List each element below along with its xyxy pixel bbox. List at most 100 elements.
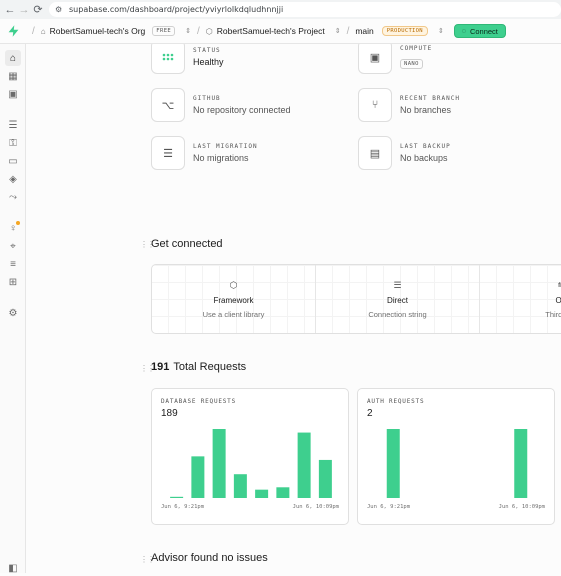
main-content: STATUS Healthy ▣ COMPUTE NANO ⌥ GITHUB N…: [26, 44, 561, 573]
status-label: STATUS: [193, 47, 224, 54]
sidebar: ⌂ ▦ ▣ ☰ ⚿ ▭ ◈ ⤳ ♀ ⌖ ≡ ⊞ ⚙ ◧: [0, 44, 26, 573]
chart-bar[interactable]: [213, 429, 226, 498]
chart-total: 2: [367, 408, 373, 419]
reload-icon[interactable]: ⟳: [31, 3, 45, 17]
logs-icon[interactable]: ≡: [5, 256, 21, 272]
github-stat: ⌥ GITHUB No repository connected: [151, 88, 291, 122]
integrations-icon[interactable]: ⊞: [5, 274, 21, 290]
advisor-title: Advisor found no issues: [151, 552, 268, 564]
get-connected-title: Get connected: [151, 238, 223, 250]
org-name: RobertSamuel-tech's Org: [50, 26, 146, 36]
plug-icon: ◌: [462, 28, 466, 35]
browser-toolbar: ← → ⟳ ⚙ supabase.com/dashboard/project/y…: [0, 0, 561, 19]
connect-button[interactable]: ◌ Connect: [454, 24, 506, 38]
realtime-icon[interactable]: ⤳: [5, 189, 21, 205]
database-icon: ☰: [393, 280, 401, 291]
orm-title: OR: [556, 296, 561, 305]
recent-branch-value: No branches: [400, 105, 460, 115]
chart-bar[interactable]: [255, 490, 268, 498]
last-backup-label: LAST BACKUP: [400, 143, 451, 150]
chevron-updown-icon: ⇕: [335, 27, 341, 35]
settings-icon[interactable]: ⚙: [5, 305, 21, 321]
branch-name: main: [355, 26, 373, 36]
url-text: supabase.com/dashboard/project/yviyrlolk…: [69, 5, 283, 14]
x-axis-end-label: Jun 6, 10:09pm: [293, 504, 339, 510]
connect-label: Connect: [470, 27, 498, 36]
chart-bar[interactable]: [319, 460, 332, 498]
chart-title: DATABASE REQUESTS: [161, 398, 236, 405]
compute-label: COMPUTE: [400, 45, 432, 52]
last-migration-value: No migrations: [193, 153, 258, 163]
supabase-logo-icon: [8, 25, 19, 37]
app-header: / ⌂ RobertSamuel-tech's Org FREE ⇕ / ⬡ R…: [0, 19, 561, 44]
status-value: Healthy: [193, 57, 224, 67]
org-icon: ⌂: [41, 27, 46, 36]
project-selector[interactable]: ⬡ RobertSamuel-tech's Project ⇕: [206, 26, 341, 36]
back-icon[interactable]: ←: [3, 3, 17, 17]
chart-bar[interactable]: [514, 429, 527, 498]
chip-icon: ▣: [358, 44, 392, 74]
edge-functions-icon[interactable]: ◈: [5, 171, 21, 187]
advisors-icon[interactable]: ♀: [5, 220, 21, 236]
recent-branch-label: RECENT BRANCH: [400, 95, 460, 102]
project-name: RobertSamuel-tech's Project: [217, 26, 325, 36]
chart-bar[interactable]: [170, 497, 183, 498]
database-icon: ☰: [151, 136, 185, 170]
chevron-updown-icon: ⇕: [438, 27, 444, 35]
last-migration-label: LAST MIGRATION: [193, 143, 258, 150]
site-settings-icon[interactable]: ⚙: [55, 5, 64, 14]
orm-card[interactable]: ⇋ OR Third-part: [480, 265, 561, 333]
home-icon[interactable]: ⌂: [5, 50, 21, 66]
breadcrumb-separator: /: [197, 26, 200, 37]
reports-icon[interactable]: ⌖: [5, 238, 21, 254]
database-requests-chart[interactable]: DATABASE REQUESTS 189 Jun 6, 9:21pm Jun …: [151, 388, 349, 525]
status-icon: [151, 44, 185, 74]
supabase-logo[interactable]: [0, 25, 26, 37]
address-bar[interactable]: ⚙ supabase.com/dashboard/project/yviyrlo…: [49, 2, 561, 17]
last-backup-value: No backups: [400, 153, 451, 163]
chart-title: AUTH REQUESTS: [367, 398, 424, 405]
framework-card[interactable]: ⬡ Framework Use a client library: [152, 265, 316, 333]
framework-subtitle: Use a client library: [203, 310, 265, 319]
last-backup-stat: ▤ LAST BACKUP No backups: [358, 136, 451, 170]
compute-badge: NANO: [400, 59, 423, 69]
total-requests-label: Total Requests: [173, 361, 246, 373]
notification-dot: [16, 221, 20, 225]
git-branch-icon: ⑂: [358, 88, 392, 122]
recent-branch-stat: ⑂ RECENT BRANCH No branches: [358, 88, 460, 122]
compute-stat: ▣ COMPUTE NANO: [358, 44, 432, 74]
breadcrumb-separator: /: [347, 26, 350, 37]
database-icon[interactable]: ☰: [5, 117, 21, 133]
chart-bar[interactable]: [387, 429, 400, 498]
github-icon: ⌥: [151, 88, 185, 122]
direct-subtitle: Connection string: [368, 310, 426, 319]
framework-title: Framework: [213, 296, 253, 305]
last-migration-stat: ☰ LAST MIGRATION No migrations: [151, 136, 258, 170]
package-icon: ⬡: [230, 280, 238, 291]
chart-bar[interactable]: [298, 433, 311, 498]
orm-subtitle: Third-part: [545, 310, 561, 319]
x-axis-end-label: Jun 6, 10:09pm: [499, 504, 545, 510]
github-label: GITHUB: [193, 95, 291, 102]
chart-bar[interactable]: [276, 487, 289, 498]
status-dots-icon: [162, 53, 174, 61]
branch-selector[interactable]: main PRODUCTION ⇕: [355, 26, 443, 36]
status-stat: STATUS Healthy: [151, 44, 224, 74]
chevron-updown-icon: ⇕: [185, 27, 191, 35]
x-axis-start-label: Jun 6, 9:21pm: [367, 504, 410, 510]
x-axis-start-label: Jun 6, 9:21pm: [161, 504, 204, 510]
auth-requests-chart[interactable]: AUTH REQUESTS 2 Jun 6, 9:21pm Jun 6, 10:…: [357, 388, 555, 525]
sql-editor-icon[interactable]: ▣: [5, 86, 21, 102]
archive-icon: ▤: [358, 136, 392, 170]
auth-icon[interactable]: ⚿: [5, 135, 21, 151]
collapse-sidebar-icon[interactable]: ◧: [5, 560, 21, 576]
direct-card[interactable]: ☰ Direct Connection string: [316, 265, 480, 333]
storage-icon[interactable]: ▭: [5, 153, 21, 169]
forward-icon[interactable]: →: [17, 3, 31, 17]
chart-bar[interactable]: [191, 456, 204, 498]
direct-title: Direct: [387, 296, 408, 305]
environment-badge: PRODUCTION: [382, 26, 428, 36]
chart-bar[interactable]: [234, 474, 247, 498]
table-editor-icon[interactable]: ▦: [5, 68, 21, 84]
org-selector[interactable]: ⌂ RobertSamuel-tech's Org FREE ⇕: [41, 26, 191, 36]
